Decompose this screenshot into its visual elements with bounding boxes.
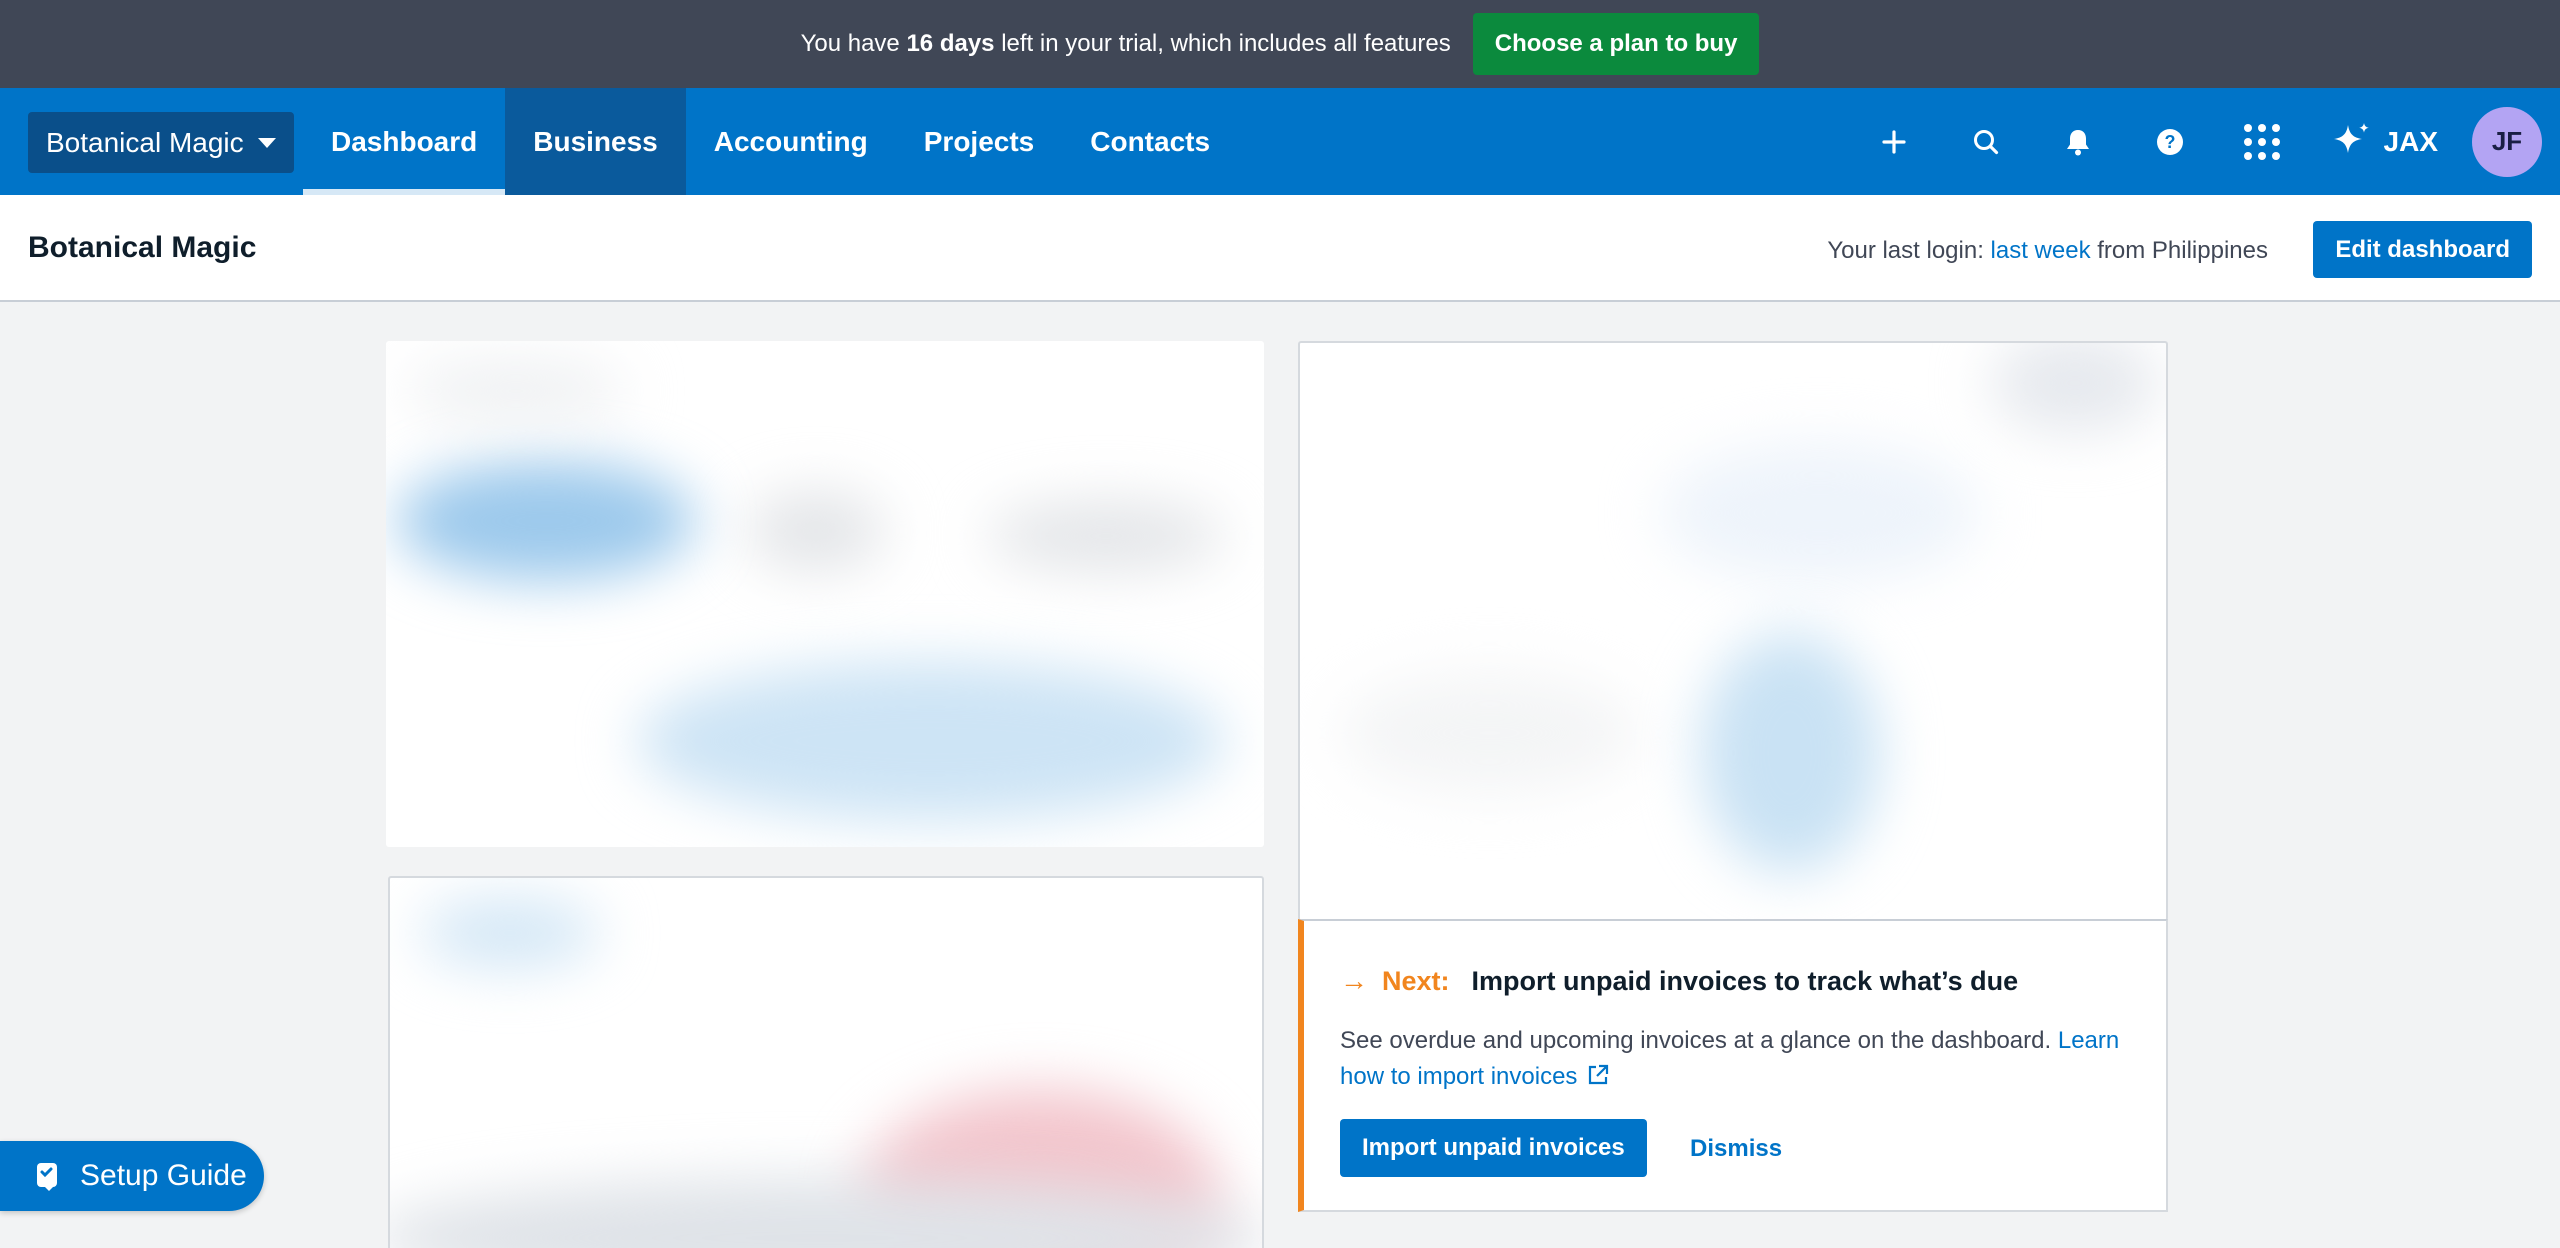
help-icon[interactable]: ? (2124, 88, 2216, 195)
org-name: Botanical Magic (46, 126, 244, 158)
trial-banner: You have 16 days left in your trial, whi… (0, 0, 2560, 88)
top-navigation: Botanical Magic Dashboard Business Accou… (0, 88, 2560, 195)
tab-dashboard[interactable]: Dashboard (303, 88, 506, 195)
sparkle-icon (2333, 122, 2369, 153)
tab-business[interactable]: Business (505, 88, 686, 195)
avatar[interactable]: JF (2472, 106, 2542, 177)
search-icon[interactable] (1940, 88, 2032, 195)
setup-guide-button[interactable]: Setup Guide (0, 1141, 264, 1211)
jax-label: JAX (2383, 125, 2438, 157)
bell-icon[interactable] (2032, 88, 2124, 195)
tab-contacts[interactable]: Contacts (1062, 88, 1238, 195)
next-step-title: Import unpaid invoices to track what’s d… (1471, 965, 2019, 996)
last-login-link[interactable]: last week (1991, 237, 2091, 264)
app-grid-icon[interactable] (2216, 88, 2308, 195)
next-step-panel: → Next: Import unpaid invoices to track … (1298, 919, 2168, 1212)
setup-guide-icon (37, 1163, 57, 1191)
nav-tabs: Dashboard Business Accounting Projects C… (303, 88, 1238, 195)
external-link-icon (1589, 1064, 1609, 1085)
org-switcher[interactable]: Botanical Magic (28, 112, 294, 173)
trial-message: You have 16 days left in your trial, whi… (800, 30, 1451, 57)
dismiss-button[interactable]: Dismiss (1690, 1135, 1782, 1163)
last-login-info: Your last login: last week from Philippi… (1827, 237, 2268, 264)
page-title: Botanical Magic (28, 231, 257, 264)
choose-plan-button[interactable]: Choose a plan to buy (1472, 13, 1760, 75)
next-label: Next: (1382, 965, 1450, 996)
svg-text:?: ? (2164, 132, 2175, 152)
plus-icon[interactable] (1848, 88, 1940, 195)
tab-projects[interactable]: Projects (896, 88, 1063, 195)
page-header: Botanical Magic Your last login: last we… (0, 195, 2560, 302)
dashboard-widget-blurred (388, 876, 1264, 1248)
next-step-description: See overdue and upcoming invoices at a g… (1340, 1027, 2120, 1090)
edit-dashboard-button[interactable]: Edit dashboard (2313, 221, 2532, 278)
setup-guide-label: Setup Guide (80, 1159, 247, 1192)
nav-actions: ? JAX JF (1848, 88, 2560, 195)
trial-days: 16 days (906, 30, 995, 57)
dashboard-widget-blurred (386, 341, 1264, 847)
tab-accounting[interactable]: Accounting (686, 88, 896, 195)
dashboard-widget-blurred (1298, 341, 2168, 921)
import-unpaid-invoices-button[interactable]: Import unpaid invoices (1340, 1119, 1647, 1177)
caret-down-icon (257, 137, 276, 148)
arrow-right-icon: → (1340, 965, 1368, 996)
jax-assistant[interactable]: JAX (2330, 121, 2438, 163)
next-step-header: → Next: Import unpaid invoices to track … (1340, 965, 2018, 997)
